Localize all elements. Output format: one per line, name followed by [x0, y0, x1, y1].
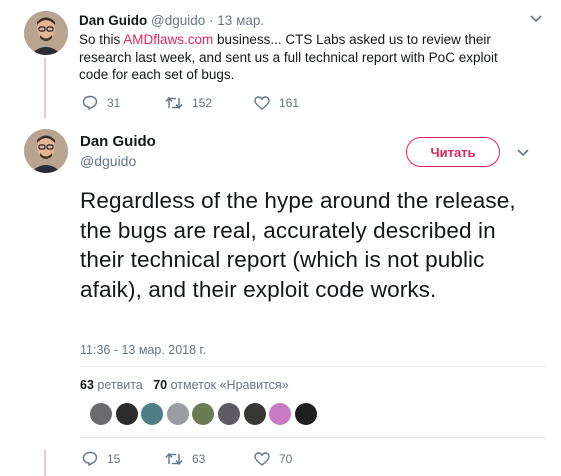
tweet-header: Dan Guido @dguido · 13 мар. [79, 13, 264, 28]
author-name[interactable]: Dan Guido [79, 13, 147, 28]
liker-avatar[interactable] [90, 403, 112, 425]
tweet-text: Regardless of the hype around the releas… [80, 188, 516, 302]
author-handle[interactable]: @dguido [80, 153, 136, 169]
like-count: 161 [279, 95, 300, 110]
thread-line [44, 450, 46, 476]
liker-avatar[interactable] [294, 403, 317, 425]
like-button[interactable]: 70 [254, 452, 292, 466]
like-stat-label[interactable]: отметок «Нравится» [171, 378, 289, 392]
retweet-button[interactable]: 152 [165, 96, 228, 110]
tweet-link[interactable]: AMDflaws.com [123, 32, 213, 47]
chevron-down-icon[interactable] [529, 14, 543, 24]
liker-avatar[interactable] [166, 403, 189, 425]
tweet-timestamp[interactable]: 11:36 - 13 мар. 2018 г. [80, 343, 206, 357]
retweet-count: 63 [192, 451, 206, 466]
retweet-icon [165, 452, 183, 465]
avatar[interactable] [24, 11, 68, 55]
reply-count: 31 [107, 95, 121, 110]
avatar[interactable] [24, 129, 68, 173]
tweet-actions: 31 152 161 [82, 95, 325, 110]
tweet-stats: 63 ретвита 70 отметок «Нравится» [80, 378, 289, 392]
separator-dot: · [209, 13, 214, 28]
author-handle[interactable]: @dguido [151, 13, 205, 28]
liker-avatar[interactable] [269, 403, 292, 425]
retweet-count: 152 [192, 95, 213, 110]
heart-icon [254, 451, 270, 466]
divider [80, 437, 546, 438]
reply-button[interactable]: 31 [82, 95, 139, 110]
like-count: 70 [279, 451, 293, 466]
author-name[interactable]: Dan Guido [80, 133, 156, 150]
tweet-date[interactable]: 13 мар. [217, 13, 264, 28]
chevron-down-icon[interactable] [516, 148, 530, 158]
liker-avatar[interactable] [192, 403, 215, 425]
like-stat-count[interactable]: 70 [153, 378, 167, 392]
divider [80, 366, 546, 367]
thread-line [44, 58, 46, 118]
tweet-text-start: So this [79, 32, 124, 47]
liker-avatar[interactable] [217, 403, 240, 425]
like-button[interactable]: 161 [254, 96, 299, 110]
follow-button[interactable]: Читать [406, 137, 500, 167]
retweet-button[interactable]: 63 [165, 452, 228, 466]
reply-count: 15 [107, 451, 121, 466]
retweet-stat-label[interactable]: ретвита [97, 378, 142, 392]
retweet-icon [165, 96, 183, 109]
reply-button[interactable]: 15 [82, 451, 139, 466]
heart-icon [254, 95, 270, 110]
reply-icon [82, 451, 98, 466]
likers-list [90, 403, 320, 425]
liker-avatar[interactable] [243, 403, 266, 425]
reply-icon [82, 95, 98, 110]
retweet-stat-count[interactable]: 63 [80, 378, 94, 392]
liker-avatar[interactable] [115, 403, 138, 425]
tweet-text: So this AMDflaws.com business... CTS Lab… [79, 31, 529, 84]
liker-avatar[interactable] [141, 403, 164, 425]
tweet-actions: 15 63 70 [82, 451, 318, 466]
